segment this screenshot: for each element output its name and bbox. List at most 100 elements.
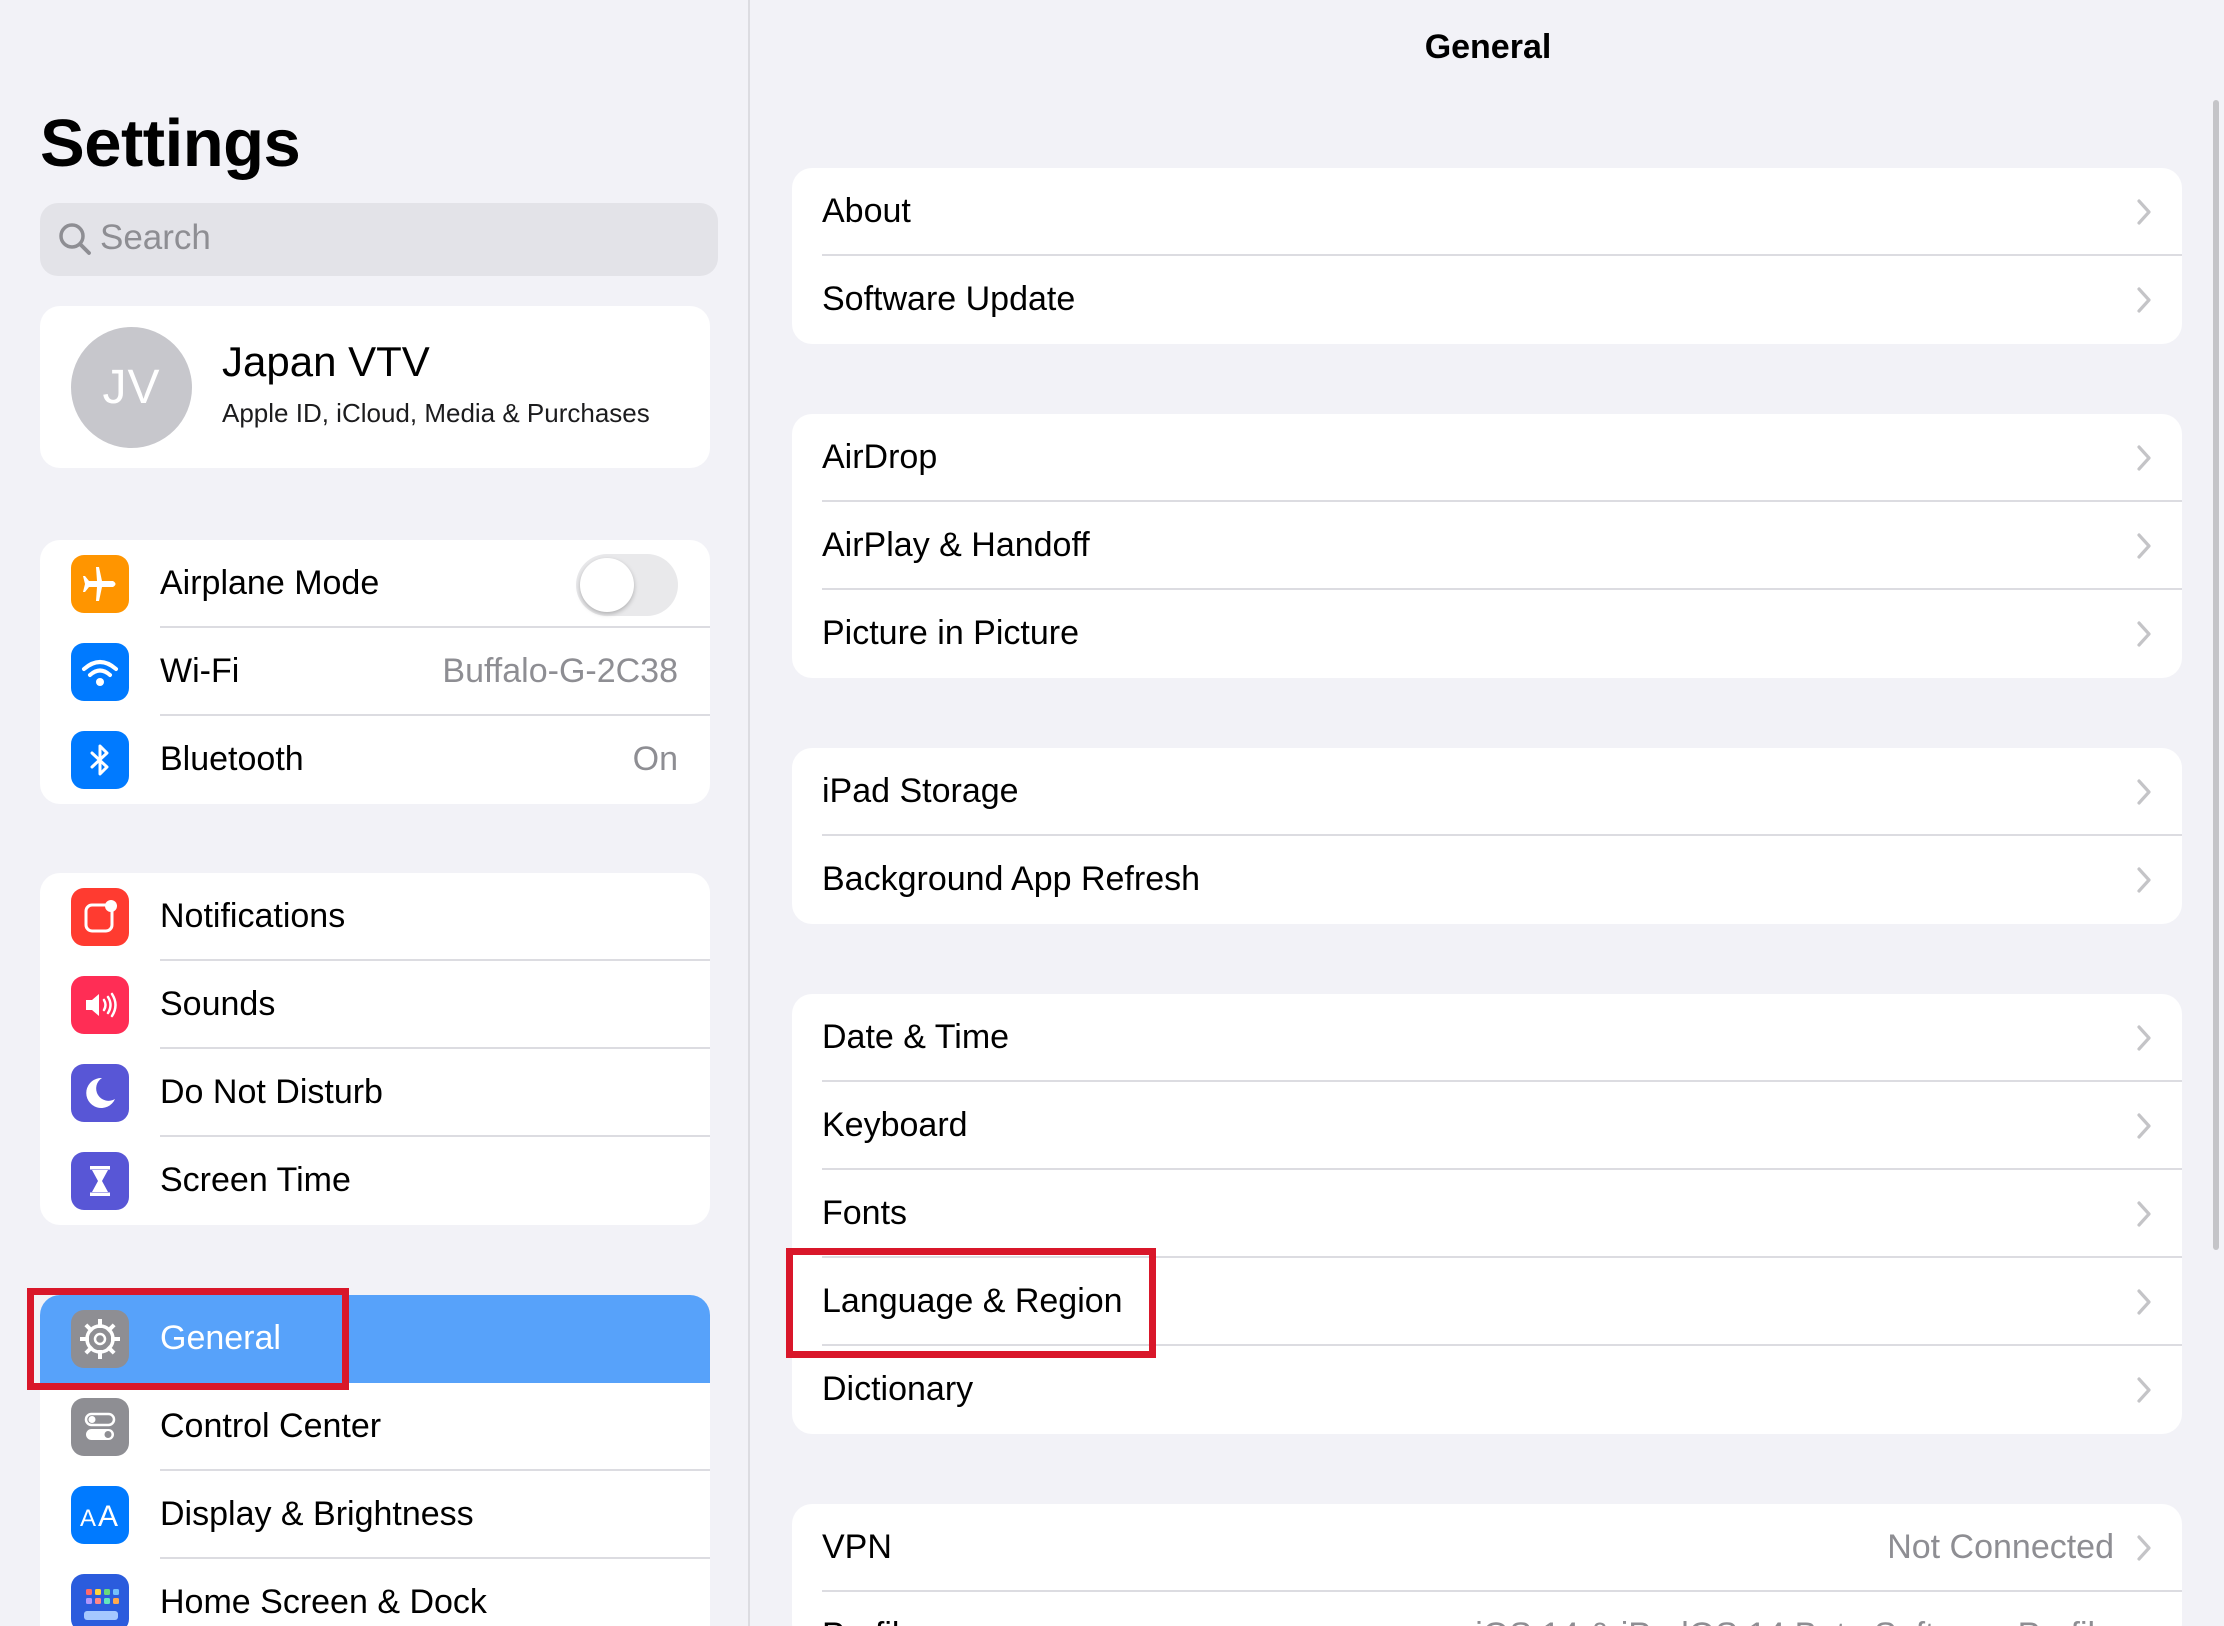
chevron-right-icon	[2137, 1113, 2151, 1139]
chevron-right-icon	[2137, 1377, 2151, 1403]
scrollbar[interactable]	[2213, 100, 2219, 1250]
profile-value: iOS 14 & iPadOS 14 Beta Software Profile	[1475, 1616, 2114, 1626]
wifi-network-value: Buffalo-G-2C38	[442, 652, 678, 690]
sidebar-item-do-not-disturb[interactable]: Do Not Disturb	[40, 1049, 710, 1137]
sidebar: Settings Search JV Japan VTV Apple ID, i…	[0, 0, 750, 1626]
sidebar-item-sounds[interactable]: Sounds	[40, 961, 710, 1049]
row-label: Date & Time	[822, 1018, 1010, 1056]
row-label: Fonts	[822, 1194, 908, 1232]
general-detail-pane: General About Software Update AirDrop Ai…	[752, 0, 2224, 1626]
sidebar-item-label: Wi-Fi	[160, 652, 240, 690]
row-fonts[interactable]: Fonts	[792, 1170, 2182, 1258]
sidebar-item-label: Do Not Disturb	[160, 1073, 383, 1111]
row-label: Language & Region	[822, 1282, 1123, 1320]
wifi-icon	[71, 643, 129, 701]
sidebar-item-label: Display & Brightness	[160, 1495, 474, 1533]
row-label: AirDrop	[822, 438, 938, 476]
vpn-status-value: Not Connected	[1887, 1528, 2114, 1566]
row-label: About	[822, 192, 911, 230]
row-about[interactable]: About	[792, 168, 2182, 256]
sidebar-item-control-center[interactable]: Control Center	[40, 1383, 710, 1471]
sidebar-item-bluetooth[interactable]: Bluetooth On	[40, 716, 710, 804]
sidebar-item-home-screen-dock[interactable]: Home Screen & Dock	[40, 1559, 710, 1626]
moon-icon	[71, 1064, 129, 1122]
svg-text:A: A	[98, 1500, 118, 1533]
avatar: JV	[71, 327, 192, 448]
settings-app: Settings Search JV Japan VTV Apple ID, i…	[0, 0, 2224, 1626]
sidebar-item-display-brightness[interactable]: A A Display & Brightness	[40, 1471, 710, 1559]
search-icon	[59, 223, 91, 255]
row-airdrop[interactable]: AirDrop	[792, 414, 2182, 502]
chevron-right-icon	[2137, 1025, 2151, 1051]
page-title: General	[1424, 28, 1552, 66]
row-dictionary[interactable]: Dictionary	[792, 1346, 2182, 1434]
speaker-icon	[71, 976, 129, 1034]
bluetooth-icon	[71, 731, 129, 789]
sidebar-item-label: Home Screen & Dock	[160, 1583, 487, 1621]
row-airplay-handoff[interactable]: AirPlay & Handoff	[792, 502, 2182, 590]
row-label: Profile	[822, 1616, 918, 1626]
sidebar-item-general[interactable]: General	[40, 1295, 710, 1383]
system-group: General Control Center A A Display & Bri…	[40, 1295, 710, 1626]
profile-name: Japan VTV	[222, 338, 430, 385]
row-label: AirPlay & Handoff	[822, 526, 1090, 564]
about-group: About Software Update	[792, 168, 2182, 344]
gear-icon	[71, 1310, 129, 1368]
airplane-mode-toggle[interactable]	[576, 554, 678, 616]
row-ipad-storage[interactable]: iPad Storage	[792, 748, 2182, 836]
svg-text:A: A	[80, 1505, 96, 1532]
row-label: Picture in Picture	[822, 614, 1079, 652]
row-picture-in-picture[interactable]: Picture in Picture	[792, 590, 2182, 678]
row-keyboard[interactable]: Keyboard	[792, 1082, 2182, 1170]
notifications-group: Notifications Sounds Do Not Disturb Scre…	[40, 873, 710, 1225]
home-screen-grid-icon	[71, 1574, 129, 1626]
sidebar-item-label: Bluetooth	[160, 740, 304, 778]
row-label: iPad Storage	[822, 772, 1019, 810]
row-software-update[interactable]: Software Update	[792, 256, 2182, 344]
vpn-group: VPN Not Connected Profile iOS 14 & iPadO…	[792, 1504, 2182, 1626]
sidebar-item-label: Sounds	[160, 985, 276, 1023]
text-size-icon: A A	[71, 1486, 129, 1544]
sidebar-item-label: Screen Time	[160, 1161, 351, 1199]
chevron-right-icon	[2137, 1289, 2151, 1315]
chevron-right-icon	[2137, 1201, 2151, 1227]
chevron-right-icon	[2137, 779, 2151, 805]
apple-id-profile[interactable]: JV Japan VTV Apple ID, iCloud, Media & P…	[40, 306, 710, 468]
row-vpn[interactable]: VPN Not Connected	[792, 1504, 2182, 1592]
chevron-right-icon	[2137, 1535, 2151, 1561]
sidebar-item-label: General	[160, 1319, 281, 1357]
connectivity-group: Airplane Mode Wi-Fi Buffalo-G-2C38 Bluet…	[40, 540, 710, 804]
row-language-region[interactable]: Language & Region	[792, 1258, 2182, 1346]
sidebar-item-notifications[interactable]: Notifications	[40, 873, 710, 961]
sidebar-item-label: Notifications	[160, 897, 346, 935]
sidebar-item-screen-time[interactable]: Screen Time	[40, 1137, 710, 1225]
search-placeholder: Search	[100, 218, 211, 257]
toggle-knob	[580, 558, 634, 612]
row-label: VPN	[822, 1528, 892, 1566]
toggles-icon	[71, 1398, 129, 1456]
sidebar-item-label: Control Center	[160, 1407, 382, 1445]
chevron-right-icon	[2137, 621, 2151, 647]
chevron-right-icon	[2137, 445, 2151, 471]
bluetooth-status-value: On	[632, 740, 678, 778]
row-label: Dictionary	[822, 1370, 974, 1408]
row-date-time[interactable]: Date & Time	[792, 994, 2182, 1082]
profile-subtitle: Apple ID, iCloud, Media & Purchases	[222, 398, 650, 428]
airdrop-group: AirDrop AirPlay & Handoff Picture in Pic…	[792, 414, 2182, 678]
airplane-icon	[71, 555, 129, 613]
chevron-right-icon	[2137, 199, 2151, 225]
search-field[interactable]: Search	[40, 203, 718, 276]
date-keyboard-group: Date & Time Keyboard Fonts Language & Re…	[792, 994, 2182, 1434]
row-label: Keyboard	[822, 1106, 968, 1144]
sidebar-title: Settings	[40, 106, 301, 181]
sidebar-item-airplane-mode[interactable]: Airplane Mode	[40, 540, 710, 628]
sidebar-item-wifi[interactable]: Wi-Fi Buffalo-G-2C38	[40, 628, 710, 716]
sidebar-item-label: Airplane Mode	[160, 564, 380, 602]
row-profile[interactable]: Profile iOS 14 & iPadOS 14 Beta Software…	[792, 1592, 2182, 1626]
chevron-right-icon	[2137, 867, 2151, 893]
row-background-app-refresh[interactable]: Background App Refresh	[792, 836, 2182, 924]
row-label: Software Update	[822, 280, 1076, 318]
hourglass-icon	[71, 1152, 129, 1210]
storage-group: iPad Storage Background App Refresh	[792, 748, 2182, 924]
chevron-right-icon	[2137, 533, 2151, 559]
